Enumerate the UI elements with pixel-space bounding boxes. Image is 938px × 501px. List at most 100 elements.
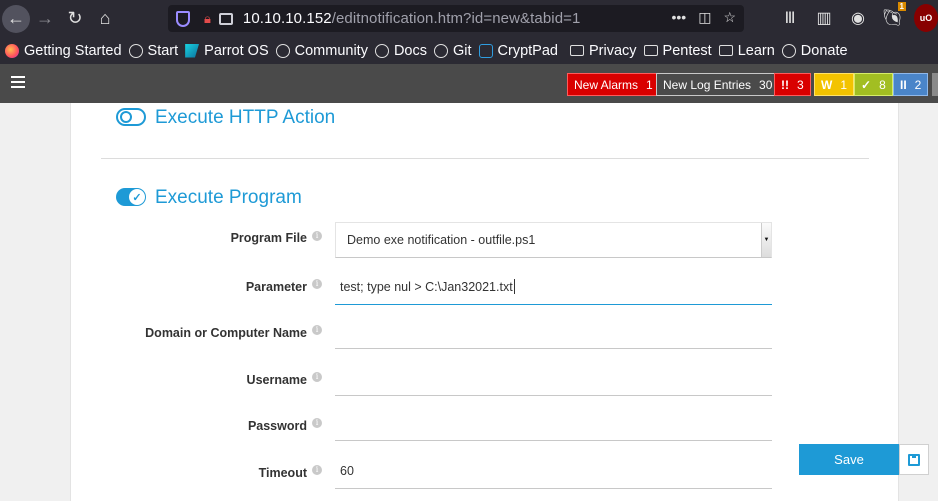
warning-count: 1 <box>840 77 848 92</box>
extension-icon[interactable]: 🐚︎ 1 <box>880 2 906 32</box>
address-bar[interactable]: 🔒︎ 10.10.10.152/editnotification.htm?id=… <box>168 5 744 32</box>
timeout-input[interactable]: 60 <box>335 453 772 489</box>
parameter-label: Parameter <box>245 280 307 294</box>
new-alarms-count: 1 <box>646 77 653 92</box>
tracking-shield-icon[interactable] <box>176 10 190 27</box>
bookmark-getting-started[interactable]: Getting Started <box>5 43 122 59</box>
warning-icon: W <box>821 77 833 92</box>
bookmark-cryptpad[interactable]: CryptPad <box>478 42 558 59</box>
url-host: 10.10.10.152 <box>242 10 332 27</box>
execute-program-title[interactable]: Execute Program <box>155 187 302 209</box>
globe-icon <box>781 43 796 58</box>
password-input[interactable] <box>335 405 772 441</box>
bookmark-label: Donate <box>800 42 848 59</box>
error-count: 3 <box>797 77 804 92</box>
bookmark-label: Docs <box>393 42 427 59</box>
pocket-icon[interactable]: ◫ <box>698 9 711 26</box>
back-arrow-icon[interactable]: ← <box>2 4 30 33</box>
reload-icon[interactable]: ↻ <box>60 4 90 34</box>
info-icon[interactable]: i <box>312 279 322 289</box>
insecure-lock-icon[interactable]: 🔒︎ <box>204 11 211 27</box>
page-body: Execute HTTP Action ✓ Execute Program Pr… <box>0 103 938 501</box>
ublock-icon[interactable]: uO <box>914 4 938 32</box>
account-icon[interactable]: ◉ <box>846 4 870 32</box>
section-divider <box>101 158 869 159</box>
floppy-disk-icon <box>908 453 920 466</box>
program-file-select[interactable]: Demo exe notification - outfile.ps1 ▼ <box>335 222 772 258</box>
bookmark-label: Privacy <box>588 42 637 59</box>
bookmark-label: Getting Started <box>24 42 122 59</box>
bookmark-label: Pentest <box>662 42 712 59</box>
info-icon[interactable]: i <box>312 418 322 428</box>
bookmark-label: Git <box>453 42 472 59</box>
bookmark-privacy[interactable]: Privacy <box>569 42 637 59</box>
ok-check-icon: ✓ <box>861 77 872 92</box>
bookmark-pentest[interactable]: Pentest <box>643 42 712 59</box>
dropdown-arrow-icon[interactable]: ▼ <box>761 223 771 257</box>
bookmark-label: CryptPad <box>497 42 558 59</box>
text-cursor <box>513 279 515 294</box>
domain-input[interactable] <box>335 313 772 349</box>
globe-icon <box>434 43 448 58</box>
info-icon[interactable]: i <box>312 465 322 475</box>
forward-arrow-icon[interactable]: → <box>30 4 60 34</box>
username-label: Username <box>246 373 307 387</box>
sidebar-icon[interactable]: ▥ <box>812 4 836 32</box>
browser-toolbar: ← → ↻ ⌂ 🔒︎ 10.10.10.152/editnotification… <box>0 0 938 37</box>
info-icon[interactable]: i <box>312 372 322 382</box>
program-file-label: Program File <box>230 231 307 245</box>
bookmark-parrot-os[interactable]: Parrot OS <box>185 43 269 59</box>
save-disk-button[interactable] <box>899 444 929 475</box>
http-action-toggle[interactable] <box>116 108 146 126</box>
execute-program-toggle[interactable]: ✓ <box>116 188 146 206</box>
domain-label: Domain or Computer Name <box>145 326 307 340</box>
hamburger-menu-icon[interactable] <box>11 76 25 91</box>
url-text[interactable]: 10.10.10.152/editnotification.htm?id=new… <box>243 10 581 27</box>
library-icon[interactable]: Ⅲ <box>778 4 802 32</box>
page-actions-menu-icon[interactable]: ••• <box>671 9 686 26</box>
info-icon[interactable]: i <box>312 231 322 241</box>
bookmark-learn[interactable]: Learn <box>718 42 775 59</box>
bookmark-donate[interactable]: Donate <box>781 42 848 59</box>
ok-count: 8 <box>879 77 886 92</box>
globe-icon <box>275 43 290 58</box>
home-icon[interactable]: ⌂ <box>90 4 120 34</box>
more-badges[interactable] <box>932 73 938 96</box>
info-icon[interactable]: i <box>312 325 322 335</box>
bookmark-community[interactable]: Community <box>275 42 368 59</box>
http-action-title[interactable]: Execute HTTP Action <box>155 107 335 129</box>
folder-icon <box>643 45 658 56</box>
new-log-entries-label: New Log Entries <box>663 77 752 92</box>
program-file-value: Demo exe notification - outfile.ps1 <box>347 233 536 247</box>
ok-sensors-badge[interactable]: ✓ 8 <box>854 73 893 96</box>
url-path: /editnotification.htm?id=new&tabid=1 <box>331 10 581 27</box>
bookmark-git[interactable]: Git <box>434 43 472 59</box>
bookmark-label: Community <box>294 42 368 59</box>
username-input[interactable] <box>335 360 772 396</box>
error-sensors-badge[interactable]: !! 3 <box>774 73 811 96</box>
parrot-icon <box>185 43 200 58</box>
cryptpad-icon <box>478 43 493 58</box>
paused-sensors-badge[interactable]: II 2 <box>893 73 929 96</box>
warning-sensors-badge[interactable]: W1 <box>814 73 855 96</box>
new-log-entries-count: 30 <box>759 77 773 92</box>
timeout-label: Timeout <box>258 466 307 480</box>
notification-form-card: Execute HTTP Action ✓ Execute Program Pr… <box>70 103 899 501</box>
new-log-entries-badge[interactable]: New Log Entries 30 <box>656 73 780 96</box>
bookmark-star-icon[interactable]: ☆ <box>723 9 736 26</box>
timeout-value: 60 <box>340 463 354 478</box>
extension-badge: 1 <box>897 2 906 11</box>
app-header: New Alarms 1 New Log Entries 30 !! 3 W1 ✓ 8 … <box>0 64 938 103</box>
bookmark-start[interactable]: Start <box>128 42 179 59</box>
save-button[interactable]: Save <box>799 444 899 475</box>
bookmark-label: Start <box>147 42 179 59</box>
globe-icon <box>374 43 389 58</box>
bookmark-label: Learn <box>737 42 775 59</box>
new-alarms-badge[interactable]: New Alarms 1 <box>567 73 660 96</box>
toolbar-right: Ⅲ ▥ ◉ 🐚︎ 1 uO <box>778 2 938 32</box>
password-label: Password <box>247 419 307 433</box>
bookmark-docs[interactable]: Docs <box>374 42 427 59</box>
folder-icon <box>718 45 733 56</box>
ublock-label: uO <box>914 4 938 32</box>
parameter-input[interactable]: test; type nul > C:\Jan32021.txt <box>335 269 772 305</box>
